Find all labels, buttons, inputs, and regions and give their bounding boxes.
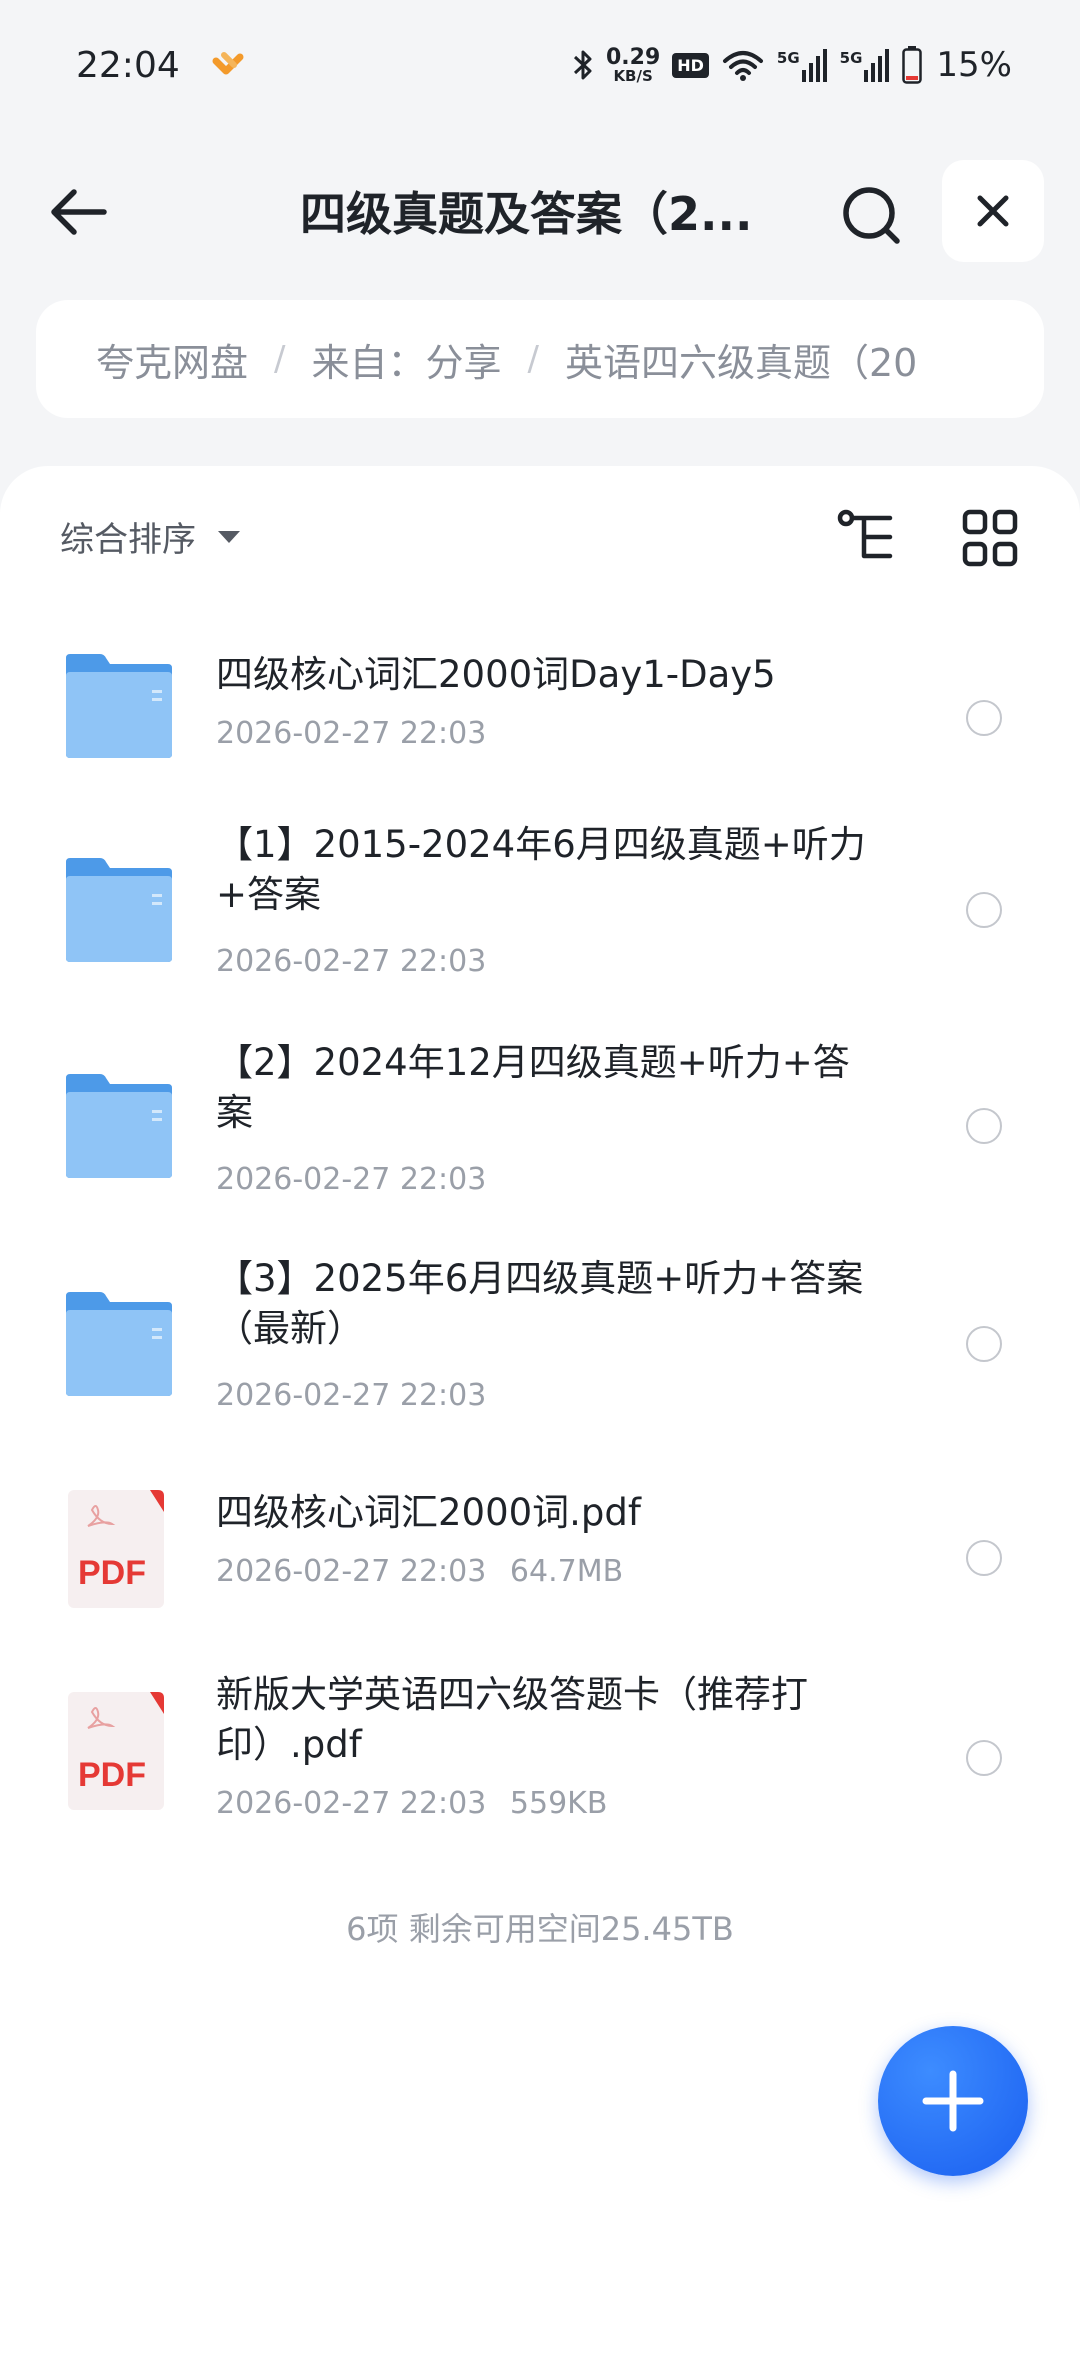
cellular-signal-1: 5G: [777, 48, 828, 82]
file-name: 【2】2024年12月四级真题+听力+答案: [216, 1041, 850, 1134]
folder-icon: [66, 654, 172, 758]
grid-view-icon[interactable]: [960, 506, 1020, 570]
signal-bars-icon: [801, 49, 827, 82]
network-type-label: 5G: [839, 49, 863, 67]
file-meta: 2026-02-27 22:03 559KB: [216, 1786, 607, 1821]
close-icon: [977, 195, 1009, 227]
wifi-icon: [722, 51, 763, 81]
file-date: 2026-02-27 22:03: [216, 716, 487, 751]
top-app-bar: 四级真题及答案（2...: [0, 150, 1080, 270]
file-row-folder[interactable]: 【2】2024年12月四级真题+听力+答案 2026-02-27 22:03: [0, 1038, 1080, 1254]
breadcrumb: 夸克网盘 / 来自：分享 / 英语四六级真题（20: [36, 300, 1044, 418]
file-row-pdf[interactable]: PDF 新版大学英语四六级答题卡（推荐打印）.pdf 2026-02-27 22…: [0, 1662, 1080, 1882]
network-speed-value: 0.29: [605, 44, 661, 70]
signal-bars-icon: [864, 49, 890, 82]
caret-down-icon: [218, 530, 240, 543]
file-date: 2026-02-27 22:03: [216, 944, 487, 979]
cellular-signal-2: 5G: [840, 48, 891, 82]
folder-icon: [66, 1292, 172, 1396]
tree-view-icon[interactable]: [836, 506, 900, 570]
file-row-folder[interactable]: 四级核心词汇2000词Day1-Day5 2026-02-27 22:03: [0, 616, 1080, 820]
file-meta: 2026-02-27 22:03: [216, 944, 486, 979]
network-speed-unit: KB/S: [613, 66, 653, 85]
plus-icon: [922, 2070, 984, 2132]
file-name: 【3】2025年6月四级真题+听力+答案（最新）: [216, 1257, 864, 1350]
add-button[interactable]: [878, 2026, 1028, 2176]
file-row-pdf[interactable]: PDF 四级核心词汇2000词.pdf 2026-02-27 22:03 64.…: [0, 1468, 1080, 1662]
select-checkbox[interactable]: [966, 1108, 1002, 1144]
breadcrumb-item-current[interactable]: 英语四六级真题（20: [565, 332, 917, 387]
select-checkbox[interactable]: [966, 700, 1002, 736]
breadcrumb-item-root[interactable]: 夸克网盘: [96, 332, 248, 387]
file-date: 2026-02-27 22:03: [216, 1162, 487, 1197]
back-arrow-icon: [51, 189, 107, 235]
battery-percentage: 15%: [936, 45, 1012, 85]
file-size: 64.7MB: [509, 1554, 624, 1589]
file-meta: 2026-02-27 22:03 64.7MB: [216, 1554, 623, 1589]
file-name: 四级核心词汇2000词Day1-Day5: [216, 653, 776, 696]
breadcrumb-item-shared[interactable]: 来自：分享: [311, 332, 501, 387]
app-notification-icon: [212, 52, 244, 75]
pdf-file-icon: PDF: [68, 1692, 164, 1810]
search-button[interactable]: [832, 176, 912, 256]
hd-badge: HD: [672, 52, 709, 78]
battery-icon: [902, 46, 923, 84]
file-date: 2026-02-27 22:03: [216, 1786, 487, 1821]
file-row-folder[interactable]: 【1】2015-2024年6月四级真题+听力+答案 2026-02-27 22:…: [0, 820, 1080, 1038]
file-name: 【1】2015-2024年6月四级真题+听力+答案: [216, 823, 866, 916]
file-meta: 2026-02-27 22:03: [216, 716, 486, 751]
status-time: 22:04: [76, 44, 180, 86]
select-checkbox[interactable]: [966, 1326, 1002, 1362]
page-title: 四级真题及答案（2...: [300, 187, 753, 241]
status-bar: 22:04 0.29 KB/S HD 5G 5G 15%: [0, 0, 1080, 130]
pdf-file-icon: PDF: [68, 1490, 164, 1608]
close-button[interactable]: [942, 160, 1044, 262]
file-date: 2026-02-27 22:03: [216, 1554, 487, 1589]
status-icons: 0.29 KB/S HD 5G 5G 15%: [572, 45, 1012, 85]
network-speed: 0.29 KB/S: [605, 44, 661, 85]
storage-summary: 6项 剩余可用空间25.45TB: [346, 1910, 734, 1948]
file-date: 2026-02-27 22:03: [216, 1378, 487, 1413]
sort-label: 综合排序: [60, 520, 196, 560]
back-button[interactable]: [42, 176, 114, 248]
folder-icon: [66, 858, 172, 962]
breadcrumb-separator: /: [527, 339, 539, 379]
folder-icon: [66, 1074, 172, 1178]
network-type-label: 5G: [776, 49, 800, 67]
select-checkbox[interactable]: [966, 1740, 1002, 1776]
pdf-label: PDF: [78, 1756, 146, 1794]
file-meta: 2026-02-27 22:03: [216, 1162, 486, 1197]
select-checkbox[interactable]: [966, 1540, 1002, 1576]
file-size: 559KB: [509, 1786, 608, 1821]
file-name: 新版大学英语四六级答题卡（推荐打印）.pdf: [216, 1673, 808, 1766]
bluetooth-icon: [573, 50, 592, 80]
select-checkbox[interactable]: [966, 892, 1002, 928]
breadcrumb-separator: /: [274, 339, 286, 379]
file-list: 四级核心词汇2000词Day1-Day5 2026-02-27 22:03 【1…: [0, 616, 1080, 1882]
sort-dropdown[interactable]: 综合排序: [60, 512, 240, 561]
file-row-folder[interactable]: 【3】2025年6月四级真题+听力+答案（最新） 2026-02-27 22:0…: [0, 1254, 1080, 1468]
app-root: 22:04 0.29 KB/S HD 5G 5G 15% 四级真题及答案（2..…: [0, 0, 1080, 2376]
search-icon: [843, 187, 900, 244]
pdf-label: PDF: [78, 1554, 146, 1592]
file-name: 四级核心词汇2000词.pdf: [216, 1491, 641, 1534]
file-meta: 2026-02-27 22:03: [216, 1378, 486, 1413]
